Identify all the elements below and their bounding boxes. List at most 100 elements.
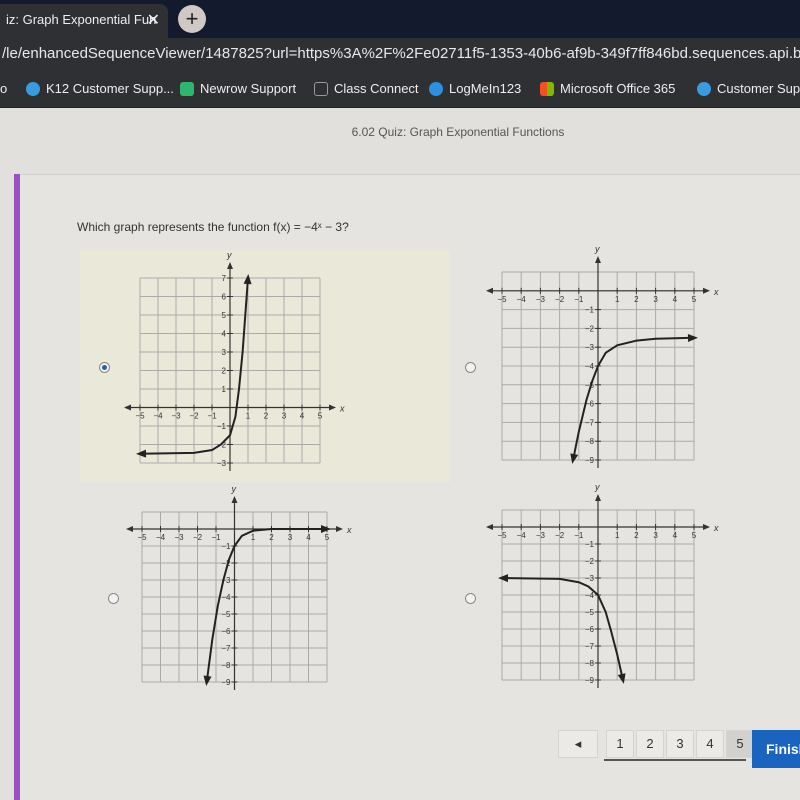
tab-title: iz: Graph Exponential Fun bbox=[6, 12, 157, 27]
y-tick-label: −8 bbox=[585, 437, 595, 446]
x-tick-label: −2 bbox=[189, 412, 199, 421]
y-tick-label: 4 bbox=[222, 330, 227, 339]
curve-arrow-end bbox=[687, 333, 698, 342]
y-axis-label: y bbox=[231, 484, 237, 494]
y-tick-label: −2 bbox=[585, 324, 595, 333]
browser-tab[interactable]: iz: Graph Exponential Fun ✕ bbox=[0, 4, 168, 38]
x-tick-label: −5 bbox=[497, 531, 507, 540]
curve-arrow-start bbox=[136, 449, 147, 458]
y-tick-label: −5 bbox=[585, 608, 595, 617]
option-c-graph[interactable]: xy−5 −4 −3 −2 −1 1 2 3 4 5−1−2−3−4−5−6−7−8−9 bbox=[122, 484, 352, 692]
x-tick-label: −3 bbox=[174, 533, 184, 542]
bookmark-class-connect[interactable]: Class Connect bbox=[314, 81, 419, 96]
option-c-radio[interactable] bbox=[108, 593, 119, 604]
url-text: /le/enhancedSequenceViewer/1487825?url=h… bbox=[2, 45, 800, 62]
x-tick-label: −4 bbox=[156, 533, 166, 542]
curve-arrow-start bbox=[570, 453, 579, 464]
x-tick-label: −4 bbox=[517, 295, 527, 304]
question-text: Which graph represents the function f(x)… bbox=[77, 220, 349, 234]
x-tick-label: 5 bbox=[692, 531, 697, 540]
bookmark-label: Newrow Support bbox=[200, 81, 297, 96]
y-tick-label: 2 bbox=[222, 367, 227, 376]
y-tick-label: 7 bbox=[222, 274, 227, 283]
y-tick-label: 1 bbox=[222, 385, 227, 394]
y-axis-label: y bbox=[594, 482, 600, 492]
x-tick-label: 1 bbox=[615, 531, 620, 540]
salesforce-icon bbox=[26, 81, 40, 96]
page-5-button[interactable]: 5 bbox=[726, 730, 754, 758]
option-a-graph[interactable]: xy−5 −4 −3 −2 −1 1 2 3 4 57654321−1−2−3 bbox=[120, 250, 345, 473]
y-tick-label: −7 bbox=[585, 642, 595, 651]
bookmark-item[interactable]: o bbox=[0, 81, 7, 96]
y-tick-label: −4 bbox=[221, 593, 231, 602]
x-tick-label: 3 bbox=[288, 533, 293, 542]
curve-arrow-end bbox=[321, 525, 331, 533]
pagination: ◂ 1 2 3 4 5 bbox=[558, 730, 754, 758]
option-b-graph[interactable]: xy−5 −4 −3 −2 −1 1 2 3 4 5−1−2−3−4−5−6−7−8−9 bbox=[482, 244, 719, 470]
y-tick-label: −1 bbox=[221, 542, 231, 551]
x-tick-label: 4 bbox=[300, 412, 305, 421]
bookmark-customer-support[interactable]: Customer Sup bbox=[697, 81, 800, 96]
close-tab-icon[interactable]: ✕ bbox=[147, 10, 160, 30]
x-tick-label: 1 bbox=[615, 295, 620, 304]
y-tick-label: −8 bbox=[585, 659, 595, 668]
option-d-graph[interactable]: x y −5 −4 −3 −2 −1 1 2 3 4 5 −1 −2 −3 −4 −5 −6 −7 −8 −9 bbox=[482, 482, 719, 690]
y-tick-label: −3 bbox=[585, 343, 595, 352]
bookmark-label: LogMeIn123 bbox=[449, 81, 522, 96]
x-tick-label: −4 bbox=[517, 531, 527, 540]
previous-page-button[interactable]: ◂ bbox=[558, 730, 598, 758]
y-tick-label: −6 bbox=[585, 625, 595, 634]
page-4-button[interactable]: 4 bbox=[696, 730, 724, 758]
y-axis-label: y bbox=[594, 244, 600, 254]
y-tick-label: −3 bbox=[585, 574, 595, 583]
y-tick-label: −7 bbox=[221, 644, 231, 653]
page-3-button[interactable]: 3 bbox=[666, 730, 694, 758]
curve-arrow-end bbox=[243, 274, 252, 285]
option-d-radio[interactable] bbox=[465, 593, 476, 604]
x-tick-label: 1 bbox=[246, 412, 251, 421]
x-tick-label: 3 bbox=[282, 412, 287, 421]
x-tick-label: −1 bbox=[211, 533, 221, 542]
microsoft-icon bbox=[540, 81, 554, 96]
y-tick-label: −3 bbox=[217, 459, 227, 468]
bookmark-label: Customer Sup bbox=[717, 81, 800, 96]
x-tick-label: −2 bbox=[193, 533, 203, 542]
y-tick-label: 5 bbox=[222, 311, 227, 320]
bookmark-newrow-support[interactable]: Newrow Support bbox=[180, 81, 296, 96]
x-tick-label: 2 bbox=[634, 295, 639, 304]
x-tick-label: −2 bbox=[555, 295, 565, 304]
bookmark-logmein[interactable]: LogMeIn123 bbox=[429, 81, 521, 96]
x-tick-label: 4 bbox=[673, 531, 678, 540]
finish-button[interactable]: Finish bbox=[752, 730, 800, 768]
address-bar[interactable]: /le/enhancedSequenceViewer/1487825?url=h… bbox=[0, 38, 800, 70]
option-a-radio[interactable] bbox=[99, 362, 110, 373]
x-tick-label: −5 bbox=[137, 533, 147, 542]
video-icon bbox=[314, 81, 328, 96]
y-tick-label: −9 bbox=[585, 456, 595, 465]
logmein-icon bbox=[429, 81, 443, 96]
new-tab-button[interactable]: + bbox=[178, 5, 206, 33]
x-tick-label: −4 bbox=[153, 412, 163, 421]
bookmark-k12-support[interactable]: K12 Customer Supp... bbox=[26, 81, 174, 96]
x-tick-label: −2 bbox=[555, 531, 565, 540]
bookmark-office365[interactable]: Microsoft Office 365 bbox=[540, 81, 675, 96]
browser-tab-bar: iz: Graph Exponential Fun ✕ + bbox=[0, 0, 800, 38]
x-tick-label: −5 bbox=[497, 295, 507, 304]
x-tick-label: 4 bbox=[673, 295, 678, 304]
y-tick-label: −8 bbox=[221, 661, 231, 670]
x-tick-label: −3 bbox=[536, 531, 546, 540]
accent-bar bbox=[14, 174, 20, 800]
page-2-button[interactable]: 2 bbox=[636, 730, 664, 758]
x-tick-label: −3 bbox=[171, 412, 181, 421]
option-b-radio[interactable] bbox=[465, 362, 476, 373]
x-tick-label: 2 bbox=[634, 531, 639, 540]
y-tick-label: 3 bbox=[222, 348, 227, 357]
y-tick-label: −4 bbox=[585, 362, 595, 371]
page-1-button[interactable]: 1 bbox=[606, 730, 634, 758]
x-tick-label: 3 bbox=[653, 295, 658, 304]
bookmark-label: o bbox=[0, 81, 8, 96]
curve-arrow-start bbox=[498, 574, 509, 583]
y-tick-label: −2 bbox=[585, 557, 595, 566]
x-tick-label: 5 bbox=[318, 412, 323, 421]
x-tick-label: −1 bbox=[574, 295, 584, 304]
